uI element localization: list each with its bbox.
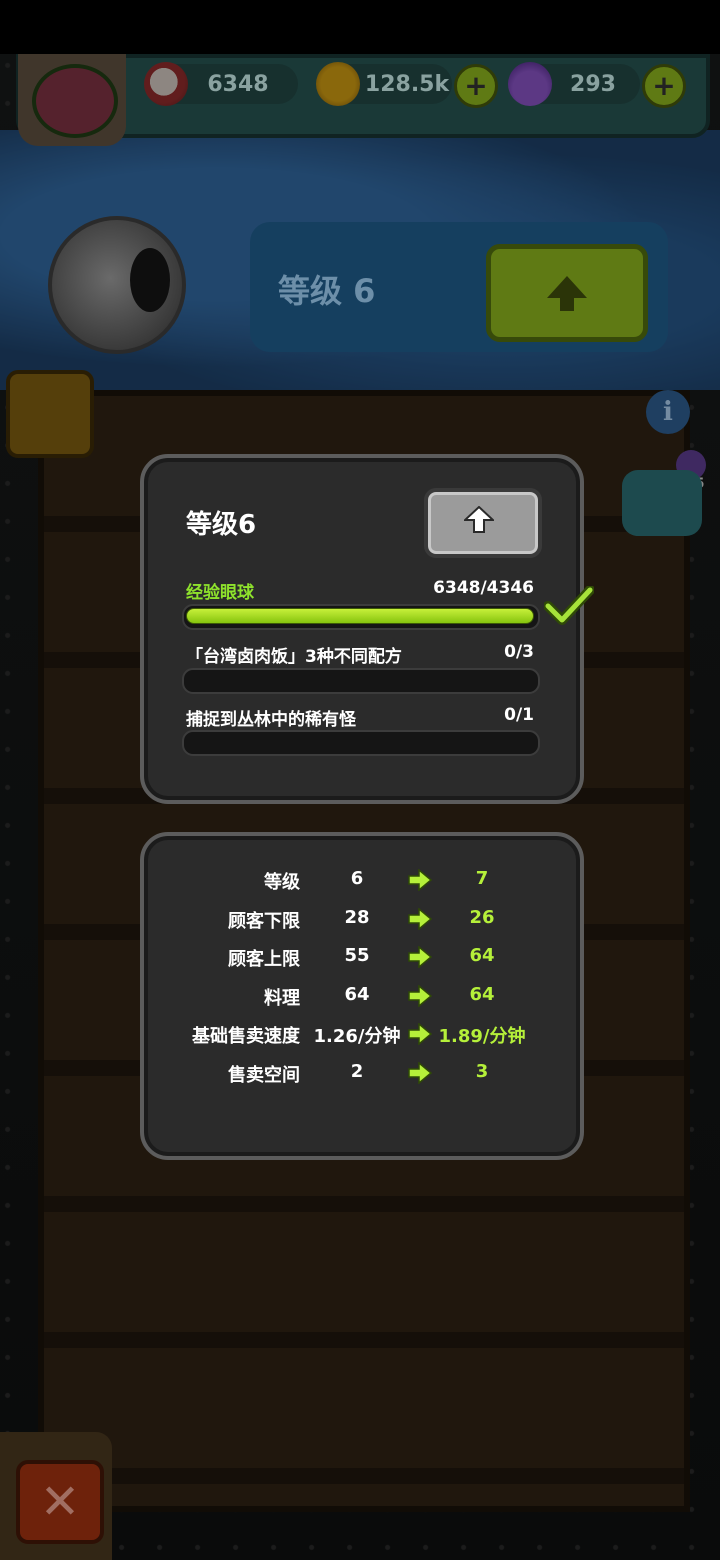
info-icon: i bbox=[663, 397, 673, 427]
plus-icon: + bbox=[464, 69, 488, 102]
potion-count: 293 bbox=[570, 71, 616, 97]
arrow-right-icon bbox=[408, 908, 433, 930]
stat-next-value: 7 bbox=[475, 868, 489, 889]
requirement-label: 经验眼球 bbox=[186, 583, 254, 603]
requirement-value: 0/1 bbox=[504, 705, 534, 725]
stat-current-value: 2 bbox=[350, 1061, 364, 1082]
stat-label: 售卖空间 bbox=[228, 1065, 300, 1086]
requirement-progress-bar bbox=[182, 730, 540, 756]
stat-current-value: 6 bbox=[350, 868, 364, 889]
progress-fill bbox=[186, 608, 534, 624]
arrow-right-icon bbox=[408, 1062, 433, 1084]
requirement-label: 「台湾卤肉饭」3种不同配方 bbox=[186, 647, 402, 667]
stat-next-value: 26 bbox=[469, 907, 495, 928]
stat-current-value: 64 bbox=[344, 984, 370, 1005]
stat-next-value: 1.89/分钟 bbox=[438, 1026, 526, 1047]
arrow-right-icon bbox=[408, 869, 433, 891]
upgrade-title: 等级6 bbox=[186, 510, 257, 540]
stat-label: 等级 bbox=[264, 872, 300, 893]
arrow-right-icon bbox=[408, 946, 433, 968]
arrow-right-icon bbox=[408, 1023, 433, 1045]
requirement-progress-bar bbox=[182, 604, 540, 630]
upload-arrow-icon bbox=[464, 506, 494, 533]
plus-icon: + bbox=[652, 69, 676, 102]
potion-icon bbox=[508, 62, 552, 106]
game-screen: 等级 6 6348 128.5k + 293 + i x15 ✕ 等级6 经验眼… bbox=[0, 0, 720, 1560]
background-upgrade-button bbox=[486, 244, 648, 342]
arrow-right-icon bbox=[408, 985, 433, 1007]
stat-current-value: 1.26/分钟 bbox=[313, 1026, 401, 1047]
eyeball-currency-icon bbox=[144, 62, 188, 106]
requirement-value: 6348/4346 bbox=[433, 578, 534, 598]
stat-current-value: 55 bbox=[344, 945, 370, 966]
background-level-text: 等级 6 bbox=[278, 272, 376, 310]
status-bar bbox=[0, 0, 720, 54]
requirement-progress-bar bbox=[182, 668, 540, 694]
stat-next-value: 64 bbox=[469, 945, 495, 966]
eyeball-count: 6348 bbox=[207, 71, 269, 97]
eyeball-icon bbox=[48, 216, 186, 354]
info-button[interactable]: i bbox=[646, 390, 690, 434]
requirement-label: 捕捉到丛林中的稀有怪 bbox=[186, 710, 356, 730]
stat-label: 顾客上限 bbox=[228, 949, 300, 970]
upgrade-button[interactable] bbox=[424, 488, 542, 558]
requirement-value: 0/3 bbox=[504, 642, 534, 662]
stat-label: 基础售卖速度 bbox=[192, 1026, 300, 1047]
close-icon: ✕ bbox=[39, 1474, 81, 1530]
stat-label: 料理 bbox=[264, 988, 300, 1009]
avatar[interactable] bbox=[32, 64, 118, 138]
coin-count: 128.5k bbox=[364, 71, 450, 97]
stat-current-value: 28 bbox=[344, 907, 370, 928]
close-button[interactable]: ✕ bbox=[16, 1460, 104, 1544]
share-button[interactable] bbox=[622, 470, 702, 536]
add-coins-button[interactable]: + bbox=[454, 64, 498, 108]
add-potions-button[interactable]: + bbox=[642, 64, 686, 108]
stat-label: 顾客下限 bbox=[228, 911, 300, 932]
coin-icon bbox=[316, 62, 360, 106]
stat-next-value: 64 bbox=[469, 984, 495, 1005]
checkmark-icon bbox=[544, 586, 594, 625]
stat-next-value: 3 bbox=[475, 1061, 489, 1082]
outfit-button[interactable] bbox=[6, 370, 94, 458]
